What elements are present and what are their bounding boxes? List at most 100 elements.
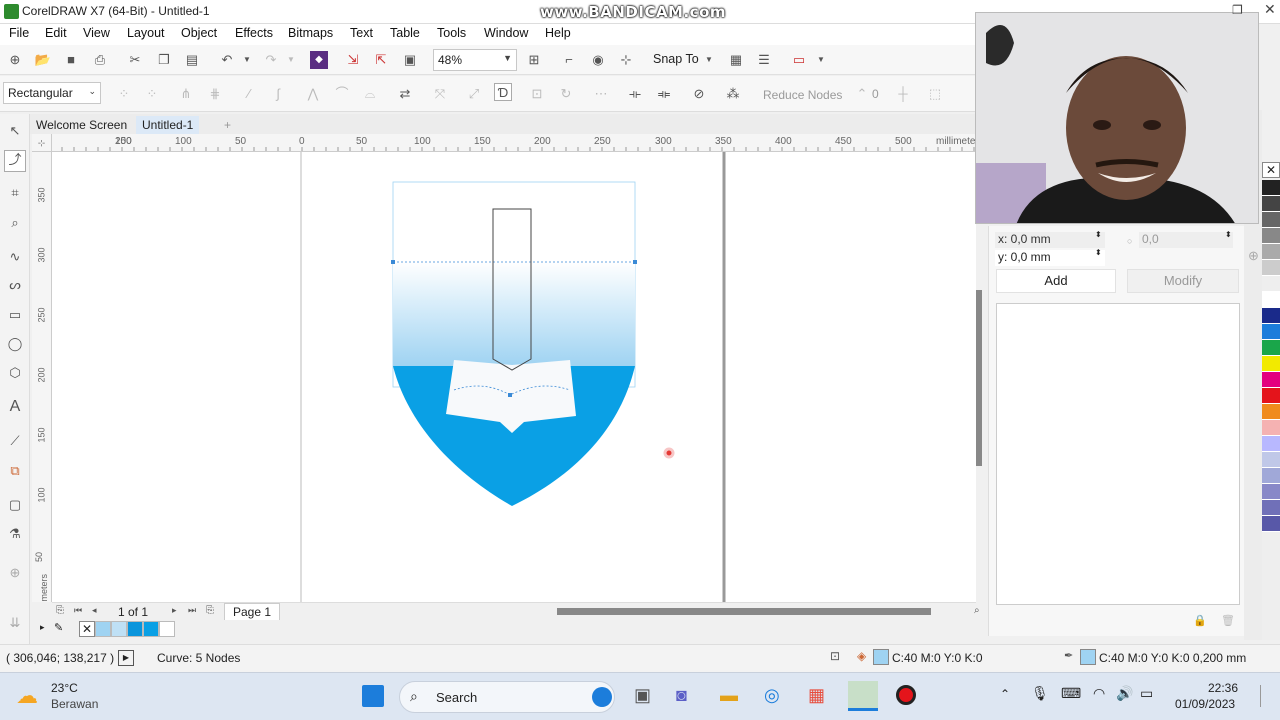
- undo-dropdown-icon[interactable]: ▼: [238, 51, 256, 69]
- freehand-tool-icon[interactable]: ∿: [6, 248, 24, 266]
- coreldraw-taskbar-icon[interactable]: [848, 681, 878, 711]
- open-icon[interactable]: 📂: [34, 51, 52, 69]
- rectangle-tool-icon[interactable]: ▭: [6, 306, 24, 324]
- edge-browser-icon[interactable]: ◎: [764, 685, 780, 706]
- print-icon[interactable]: ⎙: [91, 51, 109, 69]
- weather-icon[interactable]: ☁: [16, 683, 38, 709]
- angle-field[interactable]: 0,0: [1139, 232, 1233, 248]
- menu-layout[interactable]: Layout: [127, 26, 165, 40]
- undo-icon[interactable]: ↶: [218, 51, 236, 69]
- align-nodes-icon[interactable]: ⋯: [592, 85, 610, 103]
- palette-swatch[interactable]: [1262, 484, 1280, 500]
- close-window-icon[interactable]: ✕: [1264, 1, 1276, 18]
- view-mode-icon[interactable]: ◉: [589, 51, 607, 69]
- menu-view[interactable]: View: [83, 26, 110, 40]
- new-tab-plus-icon[interactable]: +: [218, 116, 237, 134]
- menu-window[interactable]: Window: [484, 26, 528, 40]
- drawing-canvas[interactable]: [52, 152, 976, 602]
- first-page-icon[interactable]: ⏮: [74, 605, 82, 616]
- y-position-field[interactable]: y: 0,0 mm: [995, 250, 1105, 266]
- artistic-media-icon[interactable]: ᔕ: [6, 276, 24, 294]
- vertical-scrollbar[interactable]: [976, 290, 982, 466]
- palette-swatch[interactable]: [1262, 356, 1280, 372]
- angle-radio-icon[interactable]: ○: [1127, 236, 1132, 246]
- palette-swatch[interactable]: [1262, 452, 1280, 468]
- paste-icon[interactable]: ▤: [183, 51, 201, 69]
- crop-tool-icon[interactable]: ⌗: [6, 184, 24, 202]
- reflect-horizontal-icon[interactable]: ⟛: [626, 85, 644, 103]
- ellipse-tool-icon[interactable]: ◯: [6, 335, 24, 353]
- no-fill-swatch[interactable]: ✕: [1262, 162, 1280, 178]
- extract-subpath-icon[interactable]: ⤢: [465, 85, 483, 103]
- break-curve-icon[interactable]: ⋕: [206, 85, 224, 103]
- menu-text[interactable]: Text: [350, 26, 373, 40]
- restore-window-icon[interactable]: ❐: [1232, 3, 1243, 17]
- x-position-field[interactable]: x: 0,0 mm: [995, 232, 1105, 248]
- windows-start-icon[interactable]: [362, 685, 384, 707]
- microsoft-store-icon[interactable]: ▦: [808, 685, 825, 706]
- stretch-nodes-icon[interactable]: ⊡: [528, 85, 546, 103]
- y-spinner-icon[interactable]: ⬍: [1095, 248, 1102, 257]
- snap-to-dropdown[interactable]: Snap To: [653, 52, 699, 66]
- save-icon[interactable]: ■: [62, 51, 80, 69]
- palette-swatch[interactable]: [1262, 388, 1280, 404]
- smooth-node-icon[interactable]: ⌒: [333, 85, 351, 103]
- show-hidden-icons-icon[interactable]: ⌃: [1000, 687, 1010, 701]
- document-swatch[interactable]: [159, 621, 175, 637]
- connector-tool-icon[interactable]: ⧉: [6, 462, 24, 480]
- taskbar-search-box[interactable]: ⌕ Search: [399, 681, 615, 713]
- copy-icon[interactable]: ❐: [155, 51, 173, 69]
- color-proofing-icon[interactable]: ⊡: [830, 649, 840, 663]
- outline-color-swatch[interactable]: [1080, 649, 1096, 665]
- menu-file[interactable]: File: [9, 26, 29, 40]
- palette-swatch[interactable]: [1262, 436, 1280, 452]
- status-menu-icon[interactable]: ▶: [118, 650, 134, 666]
- add-page-after-icon[interactable]: ⎘: [206, 605, 214, 616]
- node-handle[interactable]: [633, 260, 637, 264]
- menu-edit[interactable]: Edit: [45, 26, 67, 40]
- next-page-icon[interactable]: ▸: [172, 605, 177, 616]
- reflect-vertical-icon[interactable]: ⟚: [655, 85, 673, 103]
- angle-spinner-icon[interactable]: ⬍: [1225, 230, 1232, 239]
- show-guidelines-icon[interactable]: ⊹: [617, 51, 635, 69]
- palette-swatch[interactable]: [1262, 420, 1280, 436]
- extend-curve-icon[interactable]: ⤧: [431, 85, 449, 103]
- wifi-icon[interactable]: ◠: [1093, 685, 1105, 702]
- launcher-dropdown-icon[interactable]: ▼: [812, 51, 830, 69]
- last-page-icon[interactable]: ⏭: [188, 605, 196, 616]
- file-explorer-icon[interactable]: ▬: [720, 685, 738, 706]
- elastic-mode-icon[interactable]: ⊘: [690, 85, 708, 103]
- weather-temperature[interactable]: 23°C: [51, 681, 78, 695]
- parallel-dimension-icon[interactable]: ⟋: [6, 432, 24, 450]
- task-view-icon[interactable]: ▣: [634, 685, 651, 706]
- new-document-icon[interactable]: ⊕: [6, 51, 24, 69]
- add-docker-icon[interactable]: ⊕: [1248, 248, 1259, 264]
- zoom-tool-icon[interactable]: ⌕: [6, 214, 24, 232]
- reduce-nodes-button[interactable]: Reduce Nodes: [763, 88, 842, 102]
- cut-icon[interactable]: ✂: [126, 51, 144, 69]
- preview-list[interactable]: [996, 303, 1240, 605]
- application-launcher-icon[interactable]: ▭: [790, 51, 808, 69]
- previous-page-icon[interactable]: ◂: [92, 605, 97, 616]
- node-handle[interactable]: [508, 393, 512, 397]
- reverse-direction-icon[interactable]: ⇄: [396, 85, 414, 103]
- modify-button[interactable]: Modify: [1127, 269, 1239, 293]
- fill-color-swatch[interactable]: [873, 649, 889, 665]
- menu-object[interactable]: Object: [181, 26, 217, 40]
- teams-chat-icon[interactable]: ◙: [676, 685, 687, 706]
- add-tool-icon[interactable]: ⊕: [6, 564, 24, 582]
- delete-icon[interactable]: 🗑: [1221, 614, 1235, 627]
- no-color-swatch[interactable]: ✕: [79, 621, 95, 637]
- page-tab[interactable]: Page 1: [224, 603, 281, 620]
- palette-swatch[interactable]: [1262, 372, 1280, 388]
- zoom-full-screen-icon[interactable]: ⊞: [525, 51, 543, 69]
- text-tool-icon[interactable]: A: [6, 398, 24, 416]
- to-line-icon[interactable]: ∕: [240, 85, 258, 103]
- horizontal-scrollbar[interactable]: [557, 608, 931, 615]
- document-swatch[interactable]: [111, 621, 127, 637]
- menu-table[interactable]: Table: [390, 26, 420, 40]
- toolbox-scroll-icon[interactable]: ⇊: [6, 614, 24, 632]
- bandicam-record-icon[interactable]: [896, 685, 916, 705]
- palette-swatch[interactable]: [1262, 276, 1280, 292]
- delete-node-icon[interactable]: ⁘: [143, 85, 161, 103]
